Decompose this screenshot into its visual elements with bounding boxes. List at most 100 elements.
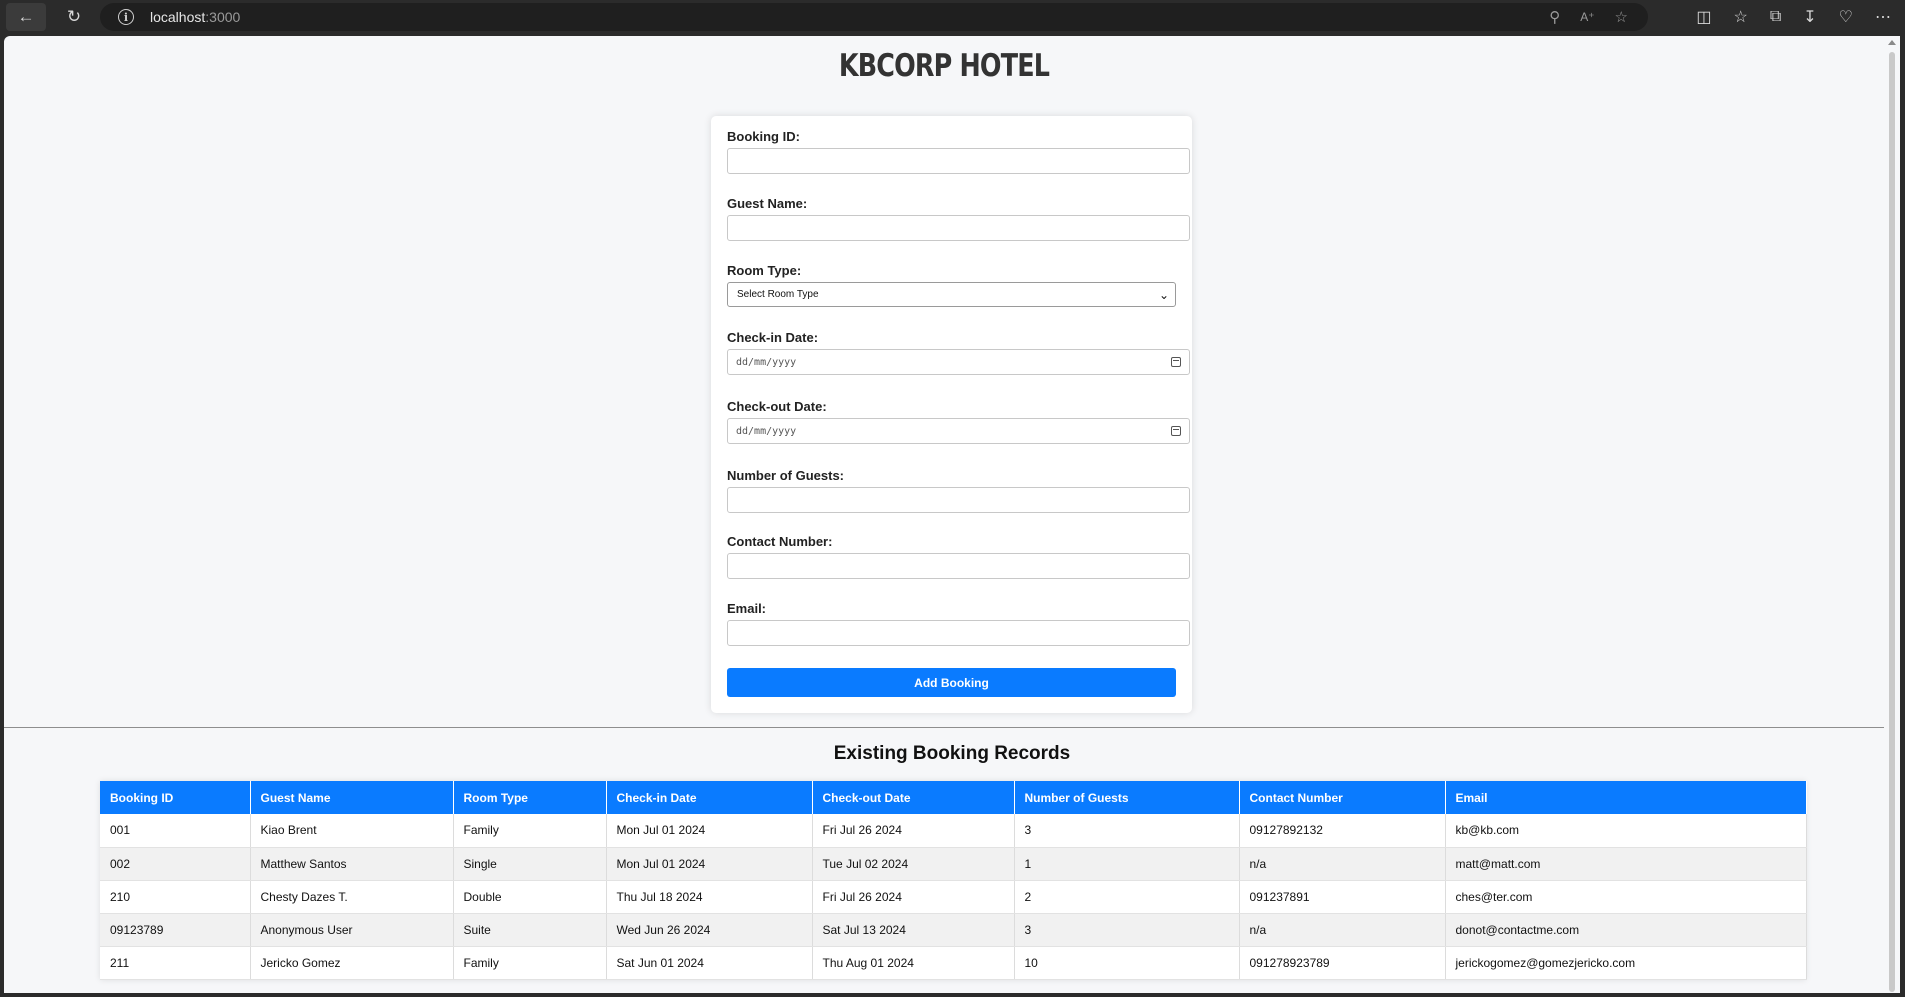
collections-icon[interactable]: ⧉ (1770, 8, 1781, 26)
checkout-label: Check-out Date: (727, 399, 827, 414)
scrollbar-thumb[interactable] (1889, 52, 1895, 992)
table-cell: matt@matt.com (1445, 847, 1807, 881)
checkin-placeholder: dd/mm/yyyy (736, 356, 797, 368)
column-header: Contact Number (1239, 781, 1446, 814)
chevron-down-icon: ⌄ (1158, 288, 1169, 302)
room-type-selected: Select Room Type (737, 289, 819, 300)
browser-essentials-icon[interactable]: ♡ (1839, 7, 1853, 27)
page-scrollbar[interactable] (1884, 36, 1900, 993)
table-cell: 10 (1014, 946, 1240, 980)
table-row: 09123789 Anonymous User Suite Wed Jun 26… (100, 913, 1807, 947)
email-input[interactable] (727, 620, 1190, 646)
table-cell: 3 (1014, 913, 1240, 947)
table-cell: Thu Jul 18 2024 (606, 880, 813, 914)
table-row: 002 Matthew Santos Single Mon Jul 01 202… (100, 847, 1807, 881)
browser-toolbar: ← ↻ i localhost:3000 ⚲ A⁺ ☆ ◫ ☆ ⧉ ↧ ♡ ⋯ (0, 0, 1905, 34)
page-title: KBCORP HOTEL (838, 48, 1050, 84)
table-cell: 001 (100, 814, 251, 848)
zoom-icon[interactable]: ⚲ (1549, 8, 1560, 26)
downloads-icon[interactable]: ↧ (1803, 7, 1816, 27)
table-cell: n/a (1239, 847, 1446, 881)
table-cell: Jericko Gomez (250, 946, 454, 980)
column-header: Number of Guests (1014, 781, 1240, 814)
guests-input[interactable] (727, 487, 1190, 513)
guest-name-input[interactable] (727, 215, 1190, 241)
split-screen-icon[interactable]: ◫ (1696, 7, 1711, 27)
table-cell: Wed Jun 26 2024 (606, 913, 813, 947)
table-cell: Family (453, 946, 607, 980)
email-label: Email: (727, 601, 767, 616)
table-cell: Family (453, 814, 607, 848)
column-header: Check-in Date (606, 781, 813, 814)
table-cell: Suite (453, 913, 607, 947)
table-cell: 3 (1014, 814, 1240, 848)
table-cell: Mon Jul 01 2024 (606, 814, 813, 848)
read-aloud-icon[interactable]: A⁺ (1580, 10, 1594, 24)
back-icon[interactable]: ← (6, 3, 46, 31)
checkin-label: Check-in Date: (727, 330, 819, 345)
booking-id-input[interactable] (727, 148, 1190, 174)
table-cell: 1 (1014, 847, 1240, 881)
more-menu-icon[interactable]: ⋯ (1875, 7, 1891, 27)
table-cell: jerickogomez@gomezjericko.com (1445, 946, 1807, 980)
table-cell: n/a (1239, 913, 1446, 947)
table-cell: 2 (1014, 880, 1240, 914)
room-type-label: Room Type: (727, 263, 802, 278)
table-cell: Fri Jul 26 2024 (812, 814, 1015, 848)
table-cell: Tue Jul 02 2024 (812, 847, 1015, 881)
table-cell: Sat Jun 01 2024 (606, 946, 813, 980)
table-row: 001 Kiao Brent Family Mon Jul 01 2024 Fr… (100, 814, 1807, 848)
page-viewport: KBCORP HOTEL Booking ID: Guest Name: Roo… (4, 36, 1900, 993)
table-cell: 210 (100, 880, 251, 914)
checkin-date-input[interactable]: dd/mm/yyyy (727, 349, 1190, 375)
column-header: Check-out Date (812, 781, 1015, 814)
table-cell: 09123789 (100, 913, 251, 947)
column-header: Room Type (453, 781, 607, 814)
table-cell: Fri Jul 26 2024 (812, 880, 1015, 914)
table-cell: Sat Jul 13 2024 (812, 913, 1015, 947)
table-cell: Chesty Dazes T. (250, 880, 454, 914)
table-cell: Kiao Brent (250, 814, 454, 848)
contact-input[interactable] (727, 553, 1190, 579)
room-type-select[interactable]: Select Room Type ⌄ (727, 282, 1176, 307)
table-cell: 002 (100, 847, 251, 881)
site-info-icon[interactable]: i (118, 9, 134, 25)
scroll-up-icon[interactable] (1888, 40, 1896, 45)
contact-label: Contact Number: (727, 534, 833, 549)
table-cell: kb@kb.com (1445, 814, 1807, 848)
url-text: localhost:3000 (150, 9, 241, 25)
column-header: Email (1445, 781, 1807, 814)
table-cell: 091237891 (1239, 880, 1446, 914)
table-cell: Double (453, 880, 607, 914)
address-bar[interactable]: i localhost:3000 ⚲ A⁺ ☆ (100, 3, 1648, 31)
table-cell: Thu Aug 01 2024 (812, 946, 1015, 980)
table-cell: 211 (100, 946, 251, 980)
table-header-row: Booking ID Guest Name Room Type Check-in… (100, 781, 1807, 814)
table-cell: 09127892132 (1239, 814, 1446, 848)
reload-icon[interactable]: ↻ (54, 0, 94, 34)
table-row: 211 Jericko Gomez Family Sat Jun 01 2024… (100, 946, 1807, 980)
column-header: Guest Name (250, 781, 454, 814)
favorite-star-icon[interactable]: ☆ (1615, 8, 1628, 26)
table-cell: Mon Jul 01 2024 (606, 847, 813, 881)
add-booking-button[interactable]: Add Booking (727, 668, 1176, 697)
table-cell: 091278923789 (1239, 946, 1446, 980)
checkout-placeholder: dd/mm/yyyy (736, 425, 797, 437)
column-header: Booking ID (100, 781, 251, 814)
table-cell: Anonymous User (250, 913, 454, 947)
calendar-icon[interactable] (1171, 426, 1181, 436)
favorites-icon[interactable]: ☆ (1733, 7, 1747, 27)
records-table: Booking ID Guest Name Room Type Check-in… (100, 781, 1807, 980)
table-row: 210 Chesty Dazes T. Double Thu Jul 18 20… (100, 880, 1807, 914)
calendar-icon[interactable] (1171, 357, 1181, 367)
table-cell: Matthew Santos (250, 847, 454, 881)
table-cell: ches@ter.com (1445, 880, 1807, 914)
records-title: Existing Booking Records (833, 743, 1071, 764)
table-cell: donot@contactme.com (1445, 913, 1807, 947)
checkout-date-input[interactable]: dd/mm/yyyy (727, 418, 1190, 444)
guest-name-label: Guest Name: (727, 196, 808, 211)
section-divider (4, 727, 1884, 728)
booking-id-label: Booking ID: (727, 129, 800, 144)
guests-label: Number of Guests: (727, 468, 845, 483)
table-cell: Single (453, 847, 607, 881)
